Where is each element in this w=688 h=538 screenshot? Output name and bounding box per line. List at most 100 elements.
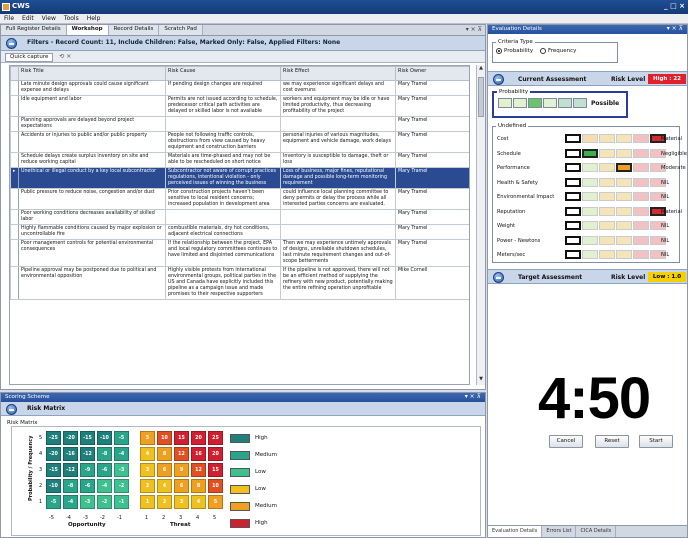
row-selector[interactable] bbox=[10, 95, 19, 117]
criteria-cell[interactable] bbox=[616, 134, 632, 143]
collapse-circle-icon[interactable] bbox=[493, 74, 504, 85]
tab-full-register[interactable]: Full Register Details bbox=[1, 25, 67, 35]
probability-radio[interactable] bbox=[496, 47, 502, 54]
row-selector[interactable] bbox=[10, 224, 19, 240]
menu-edit[interactable]: Edit bbox=[18, 14, 38, 23]
cell-risk-owner[interactable]: Mary Tramel bbox=[395, 95, 469, 117]
cell-risk-effect[interactable]: Inventory is susceptible to damage, thef… bbox=[280, 152, 396, 168]
table-row[interactable]: Highly flammable conditions caused by ma… bbox=[10, 224, 469, 240]
table-row[interactable]: Planning approvals are delayed beyond pr… bbox=[10, 116, 469, 132]
criteria-cell[interactable] bbox=[599, 163, 615, 172]
probability-cell[interactable] bbox=[573, 98, 587, 108]
cell-risk-cause[interactable]: Permits are not issued according to sche… bbox=[165, 95, 281, 117]
criteria-scale[interactable] bbox=[565, 235, 667, 247]
criteria-cell[interactable] bbox=[582, 163, 598, 172]
criteria-scale[interactable] bbox=[565, 148, 667, 160]
table-row[interactable]: Poor management controls for potential e… bbox=[10, 239, 469, 267]
table-row[interactable]: Public pressure to reduce noise, congest… bbox=[10, 188, 469, 210]
cell-risk-cause[interactable] bbox=[165, 209, 281, 225]
pane-controls[interactable]: ▾ × ⊼ bbox=[466, 26, 482, 33]
menu-help[interactable]: Help bbox=[83, 14, 105, 23]
close-icon[interactable]: × bbox=[66, 53, 71, 60]
cell-risk-title[interactable]: Unethical or illegal conduct by a key lo… bbox=[18, 167, 166, 189]
row-selector[interactable] bbox=[10, 209, 19, 225]
cell-risk-cause[interactable]: Subcontractor not aware of corrupt pract… bbox=[165, 167, 281, 189]
cell-risk-title[interactable]: Schedule delays create surplus inventory… bbox=[18, 152, 166, 168]
criteria-cell[interactable] bbox=[582, 134, 598, 143]
cell-risk-cause[interactable]: If the relationship between the project,… bbox=[165, 239, 281, 267]
menu-tools[interactable]: Tools bbox=[60, 14, 83, 23]
collapse-circle-icon[interactable] bbox=[493, 272, 504, 283]
criteria-cell[interactable] bbox=[616, 206, 632, 216]
scroll-down-icon[interactable]: ▼ bbox=[477, 376, 485, 385]
tab-record-details[interactable]: Record Details bbox=[108, 25, 160, 35]
criteria-scale[interactable] bbox=[565, 177, 667, 189]
tab-scratch-pad[interactable]: Scratch Pad bbox=[159, 25, 203, 35]
table-row[interactable]: Schedule delays create surplus inventory… bbox=[10, 152, 469, 168]
pane-controls[interactable]: ▾ × ⊼ bbox=[465, 393, 481, 400]
cell-risk-effect[interactable] bbox=[280, 224, 396, 240]
criteria-cell[interactable] bbox=[565, 235, 581, 245]
probability-cell[interactable] bbox=[543, 98, 557, 108]
tab-evaluation-details[interactable]: Evaluation Details bbox=[488, 526, 543, 537]
criteria-scale[interactable] bbox=[565, 221, 667, 232]
criteria-cell[interactable] bbox=[582, 250, 598, 259]
cell-risk-owner[interactable]: Mary Tramel bbox=[395, 209, 469, 225]
row-selector[interactable] bbox=[10, 152, 19, 168]
cell-risk-effect[interactable]: Loss of business, major fines, reputatio… bbox=[280, 167, 396, 189]
cell-risk-cause[interactable]: combustible materials, dry hot condition… bbox=[165, 224, 281, 240]
criteria-scale[interactable] bbox=[565, 134, 667, 145]
criteria-scale[interactable] bbox=[565, 206, 667, 218]
cell-risk-cause[interactable]: People not following traffic controls, o… bbox=[165, 131, 281, 153]
probability-cell[interactable] bbox=[558, 98, 572, 108]
frequency-radio[interactable] bbox=[540, 47, 546, 54]
criteria-cell[interactable] bbox=[599, 177, 615, 187]
tab-workshop[interactable]: Workshop bbox=[66, 25, 109, 35]
cell-risk-title[interactable]: Poor management controls for potential e… bbox=[18, 239, 166, 267]
table-row[interactable]: Accidents or injuries to public and/or p… bbox=[10, 131, 469, 153]
row-selector[interactable] bbox=[10, 116, 19, 132]
criteria-cell[interactable] bbox=[565, 192, 581, 201]
header-risk-cause[interactable]: Risk Cause bbox=[165, 66, 281, 81]
criteria-cell[interactable] bbox=[599, 221, 615, 230]
criteria-cell[interactable] bbox=[616, 163, 632, 172]
cell-risk-owner[interactable]: Mike Cornell bbox=[395, 266, 469, 300]
cell-risk-owner[interactable]: Mary Tramel bbox=[395, 224, 469, 240]
cancel-button[interactable]: Cancel bbox=[549, 435, 583, 448]
start-button[interactable]: Start bbox=[639, 435, 673, 448]
table-row[interactable]: Late minute design approvals could cause… bbox=[10, 80, 469, 96]
criteria-cell[interactable] bbox=[582, 177, 598, 187]
criteria-cell[interactable] bbox=[582, 221, 598, 230]
tab-cica-details[interactable]: CICA Details bbox=[576, 526, 617, 537]
row-selector[interactable] bbox=[10, 131, 19, 153]
probability-scale[interactable]: Possible bbox=[498, 98, 619, 108]
cell-risk-cause[interactable]: Highly visible protests from internation… bbox=[165, 266, 281, 300]
row-selector[interactable] bbox=[10, 266, 19, 300]
scroll-thumb[interactable] bbox=[478, 77, 484, 117]
cell-risk-owner[interactable]: Mary Tramel bbox=[395, 116, 469, 132]
row-selector[interactable] bbox=[10, 188, 19, 210]
criteria-cell[interactable] bbox=[633, 250, 649, 259]
cell-risk-effect[interactable]: workers and equipment may be idle or hav… bbox=[280, 95, 396, 117]
row-selector[interactable] bbox=[10, 80, 19, 96]
cell-risk-owner[interactable]: Mary Tramel bbox=[395, 239, 469, 267]
criteria-cell[interactable] bbox=[599, 134, 615, 143]
criteria-cell[interactable] bbox=[633, 206, 649, 216]
table-row[interactable]: ▸ Unethical or illegal conduct by a key l… bbox=[10, 167, 469, 189]
probability-cell[interactable] bbox=[528, 98, 542, 108]
criteria-scale[interactable] bbox=[565, 192, 667, 203]
criteria-cell[interactable] bbox=[616, 177, 632, 187]
criteria-cell[interactable] bbox=[616, 221, 632, 230]
criteria-cell[interactable] bbox=[633, 148, 649, 158]
criteria-cell[interactable] bbox=[599, 148, 615, 158]
cell-risk-effect[interactable]: personal injuries of various magnitudes,… bbox=[280, 131, 396, 153]
cell-risk-effect[interactable]: If the pipeline is not approved, there w… bbox=[280, 266, 396, 300]
reset-button[interactable]: Reset bbox=[595, 435, 629, 448]
table-row[interactable]: Idle equipment and labor Permits are not … bbox=[10, 95, 469, 117]
criteria-cell[interactable] bbox=[633, 192, 649, 201]
cell-risk-owner[interactable]: Mary Tramel bbox=[395, 152, 469, 168]
criteria-cell[interactable] bbox=[616, 192, 632, 201]
collapse-circle-icon[interactable] bbox=[6, 38, 17, 49]
criteria-cell[interactable] bbox=[565, 206, 581, 216]
window-controls[interactable]: _ □ × bbox=[664, 2, 685, 10]
